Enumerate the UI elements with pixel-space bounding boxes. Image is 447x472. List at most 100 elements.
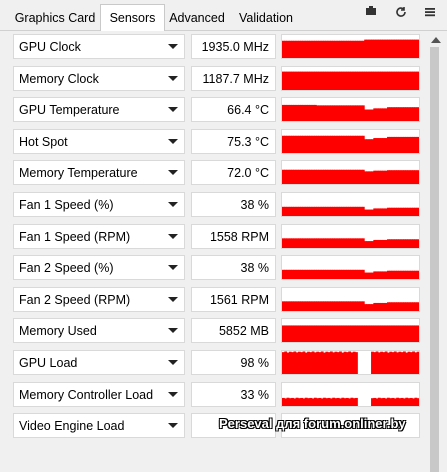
sensor-name-label: Hot Spot <box>19 134 68 149</box>
sensor-name-dropdown[interactable]: Video Engine Load <box>13 413 185 439</box>
sensor-graph <box>281 97 420 123</box>
sensor-name-dropdown[interactable]: GPU Clock <box>13 34 185 59</box>
sensor-name-dropdown[interactable]: Fan 1 Speed (RPM) <box>13 223 185 249</box>
sensor-name-dropdown[interactable]: GPU Load <box>13 350 185 375</box>
sensor-row: Memory Clock 1187.7 MHz <box>0 65 426 93</box>
sensor-graph <box>281 350 420 375</box>
sensor-name-label: Memory Clock <box>19 71 99 86</box>
sensor-graph <box>281 128 420 154</box>
tab-sensors[interactable]: Sensors <box>100 4 165 31</box>
sensor-name-dropdown[interactable]: Fan 2 Speed (RPM) <box>13 286 185 312</box>
sensor-name-label: GPU Temperature <box>19 103 120 118</box>
scrollbar-thumb[interactable] <box>430 47 439 472</box>
sensor-name-label: Memory Controller Load <box>19 387 154 402</box>
graph-bar <box>416 351 419 374</box>
dropdown-arrow-icon[interactable] <box>168 44 178 49</box>
sensors-panel: GPU Clock 1935.0 MHz Memory Clock 1187.7 MH… <box>0 31 426 446</box>
sensor-row: Memory Used 5852 MB <box>0 318 426 345</box>
sensor-name-label: Video Engine Load <box>19 419 125 434</box>
graph-bar <box>416 136 419 153</box>
scroll-up-arrow-icon[interactable] <box>431 37 441 43</box>
graph-bar <box>355 397 358 406</box>
graph-bar <box>355 352 358 374</box>
graph-bar <box>416 270 419 280</box>
sensor-value: 1558 RPM <box>191 223 276 249</box>
sensor-value: 1187.7 MHz <box>191 65 276 91</box>
sensor-graph <box>281 34 420 59</box>
refresh-icon[interactable] <box>394 6 408 20</box>
dropdown-arrow-icon[interactable] <box>168 138 178 144</box>
sensor-value: 72.0 °C <box>191 160 276 186</box>
sensor-value: 38 % <box>191 255 276 281</box>
sensor-name-label: GPU Clock <box>19 40 81 54</box>
dropdown-arrow-icon[interactable] <box>168 265 178 271</box>
sensor-name-label: Memory Temperature <box>19 166 138 181</box>
dropdown-arrow-icon[interactable] <box>168 202 178 207</box>
sensor-value: 38 % <box>191 192 276 217</box>
sensor-name-dropdown[interactable]: Memory Controller Load <box>13 381 185 407</box>
graph-bar <box>416 238 419 248</box>
dropdown-arrow-icon[interactable] <box>168 75 178 81</box>
sensor-row: Memory Temperature 72.0 °C <box>0 160 426 187</box>
sensor-name-label: Fan 1 Speed (RPM) <box>19 229 131 244</box>
sensor-value: 75.3 °C <box>191 128 276 154</box>
graph-bar <box>416 207 419 216</box>
graph-bar <box>416 107 419 122</box>
sensor-graph <box>281 255 420 281</box>
sensor-value: 5852 MB <box>191 318 276 344</box>
dropdown-arrow-icon[interactable] <box>168 328 178 334</box>
graph-bar <box>416 325 419 343</box>
sensor-value: 98 % <box>191 350 276 375</box>
dropdown-arrow-icon[interactable] <box>168 296 178 302</box>
sensor-name-dropdown[interactable]: Fan 2 Speed (%) <box>13 255 185 281</box>
sensor-value: 33 % <box>191 381 276 407</box>
sensor-name-label: Memory Used <box>19 324 97 339</box>
sensor-name-dropdown[interactable]: GPU Temperature <box>13 97 185 123</box>
dropdown-arrow-icon[interactable] <box>168 423 178 429</box>
sensor-name-label: Fan 2 Speed (%) <box>19 261 114 276</box>
sensor-value: 1935.0 MHz <box>191 34 276 59</box>
tab-validation[interactable]: Validation <box>233 8 299 30</box>
graph-bar <box>416 302 419 311</box>
sensor-name-dropdown[interactable]: Memory Clock <box>13 65 185 91</box>
dropdown-arrow-icon[interactable] <box>168 170 178 176</box>
menu-icon[interactable] <box>423 6 437 20</box>
dropdown-arrow-icon[interactable] <box>168 107 178 113</box>
sensor-row: Memory Controller Load 33 % <box>0 381 426 409</box>
sensor-name-dropdown[interactable]: Memory Used <box>13 318 185 344</box>
watermark: Perseval для forum.onliner.by <box>219 416 406 431</box>
tab-bar: Graphics Card Sensors Advanced Validatio… <box>0 0 447 34</box>
sensor-graph <box>281 160 420 186</box>
dropdown-arrow-icon[interactable] <box>168 233 178 239</box>
dropdown-arrow-icon[interactable] <box>168 391 178 397</box>
sensor-graph <box>281 65 420 91</box>
graph-bar <box>416 397 419 406</box>
sensor-row: Fan 2 Speed (RPM) 1561 RPM <box>0 286 426 314</box>
sensor-row: Fan 2 Speed (%) 38 % <box>0 255 426 282</box>
sensor-graph <box>281 192 420 217</box>
sensor-name-dropdown[interactable]: Hot Spot <box>13 128 185 154</box>
screenshot-icon[interactable] <box>364 6 378 20</box>
sensor-row: GPU Clock 1935.0 MHz <box>0 34 426 61</box>
sensor-row: GPU Temperature 66.4 °C <box>0 97 426 124</box>
tab-graphics-card[interactable]: Graphics Card <box>9 8 101 30</box>
sensor-row: Hot Spot 75.3 °C <box>0 128 426 156</box>
sensor-name-label: GPU Load <box>19 356 78 370</box>
dropdown-arrow-icon[interactable] <box>168 360 178 365</box>
sensor-row: Fan 1 Speed (RPM) 1558 RPM <box>0 223 426 251</box>
sensor-name-label: Fan 2 Speed (RPM) <box>19 292 131 307</box>
graph-bar <box>416 170 419 185</box>
sensor-row: Fan 1 Speed (%) 38 % <box>0 192 426 219</box>
sensor-graph <box>281 318 420 344</box>
vertical-scrollbar[interactable] <box>426 31 447 472</box>
sensor-name-dropdown[interactable]: Fan 1 Speed (%) <box>13 192 185 217</box>
sensor-row: GPU Load 98 % <box>0 350 426 377</box>
sensor-value: 1561 RPM <box>191 286 276 312</box>
sensor-name-label: Fan 1 Speed (%) <box>19 198 114 212</box>
sensor-graph <box>281 381 420 407</box>
sensor-name-dropdown[interactable]: Memory Temperature <box>13 160 185 186</box>
graph-bar <box>416 71 419 90</box>
tab-advanced[interactable]: Advanced <box>165 8 229 30</box>
sensor-value: 66.4 °C <box>191 97 276 123</box>
graph-bar <box>416 39 419 58</box>
